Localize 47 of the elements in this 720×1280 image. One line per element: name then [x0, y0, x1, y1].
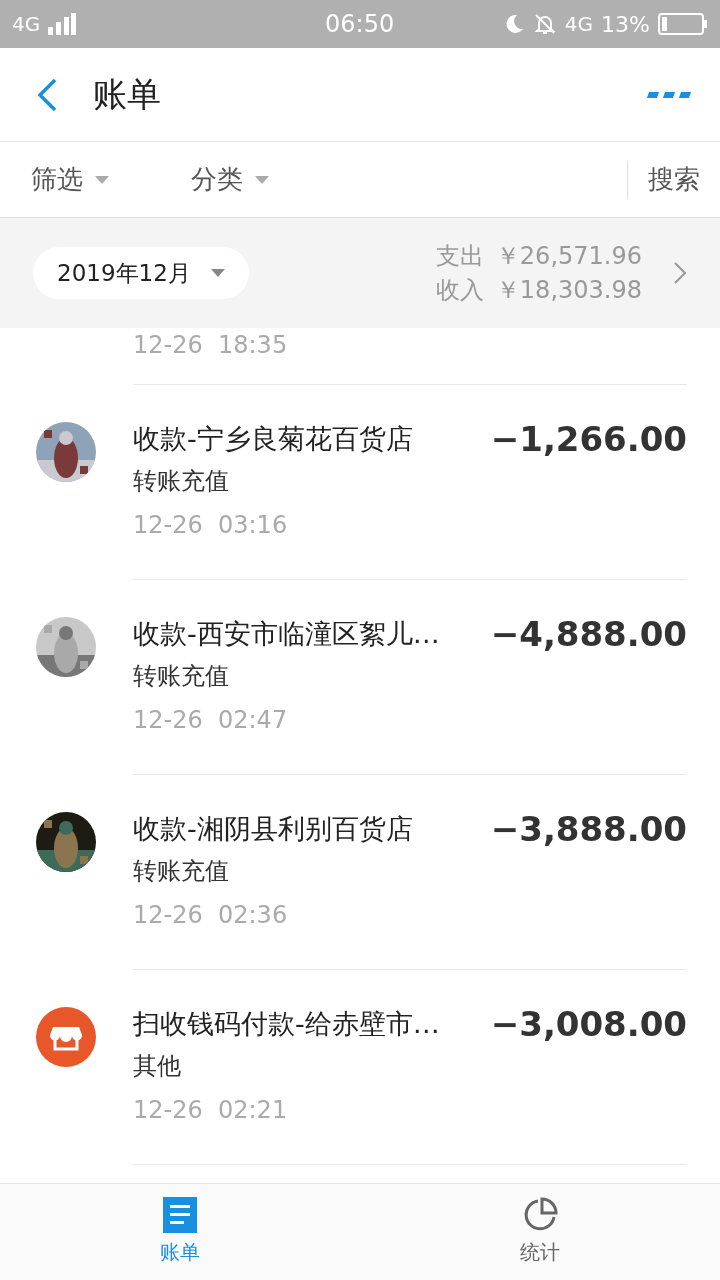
battery-icon: [658, 12, 708, 36]
merchant-name: 收款-湘阴县利别百货店: [133, 812, 414, 846]
document-icon: [163, 1197, 197, 1233]
caret-icon: [255, 175, 269, 184]
category-label: 转账充值: [133, 466, 230, 497]
expense-label: 支出: [435, 241, 484, 272]
signal-icon: [48, 13, 77, 35]
amount: −4,888.00: [490, 614, 687, 656]
amount: −1,266.00: [490, 419, 687, 461]
clock: 06:50: [325, 9, 395, 40]
filter-dropdown[interactable]: 分类: [191, 160, 269, 199]
network-label: 4G: [12, 11, 41, 38]
amount: −3,888.00: [490, 809, 687, 851]
category-label: 转账充值: [133, 661, 230, 692]
expense-total: ￥26,571.96: [495, 241, 642, 272]
back-icon: [36, 77, 58, 112]
income-total: ￥18,303.98: [495, 275, 642, 306]
transaction-time: 12-26 18:35: [133, 330, 288, 360]
transaction-row[interactable]: 收款-西安市临潼区絮儿… 转账充值 12-26 02:47 −4,888.00: [0, 580, 720, 775]
transaction-time: 12-26 02:36: [133, 900, 289, 931]
merchant-name: 收款-宁乡良菊花百货店: [133, 422, 414, 456]
tab[interactable]: 统计: [360, 1184, 720, 1280]
transaction-row[interactable]: 收款-湘阴县利别百货店 转账充值 12-26 02:36 −3,888.00: [0, 775, 720, 970]
transaction-time: 12-26 02:21: [133, 1095, 289, 1126]
network-label: 4G: [564, 11, 594, 38]
income-label: 收入: [435, 275, 484, 306]
battery-percent: 13%: [601, 10, 650, 39]
page-title: 账单: [93, 73, 161, 116]
bell-off-icon: [532, 12, 557, 36]
category-label: 其他: [133, 1051, 182, 1082]
month-selector[interactable]: 2019年12月: [33, 247, 249, 299]
transaction-time: 12-26 03:16: [133, 510, 289, 541]
pie-chart-icon: [522, 1197, 558, 1233]
transaction-row[interactable]: 扫收钱码付款-给赤壁市… 其他 12-26 02:21 −3,008.00: [0, 970, 720, 1165]
merchant-name: 收款-西安市临潼区絮儿…: [133, 617, 441, 651]
category-label: 转账充值: [133, 856, 230, 887]
search-button[interactable]: 搜索: [628, 160, 720, 199]
more-button[interactable]: [648, 91, 690, 98]
filter-dropdown[interactable]: 筛选: [31, 160, 191, 199]
store-icon: [36, 1007, 96, 1067]
transaction-time: 12-26 02:47: [133, 705, 289, 736]
amount: −3,008.00: [490, 1004, 687, 1046]
transaction-row[interactable]: 收款-宁乡良菊花百货店 转账充值 12-26 03:16 −1,266.00: [0, 385, 720, 580]
merchant-name: 扫收钱码付款-给赤壁市…: [133, 1007, 441, 1041]
chevron-right-icon: [674, 262, 686, 284]
caret-icon: [211, 269, 225, 277]
caret-icon: [95, 175, 109, 184]
